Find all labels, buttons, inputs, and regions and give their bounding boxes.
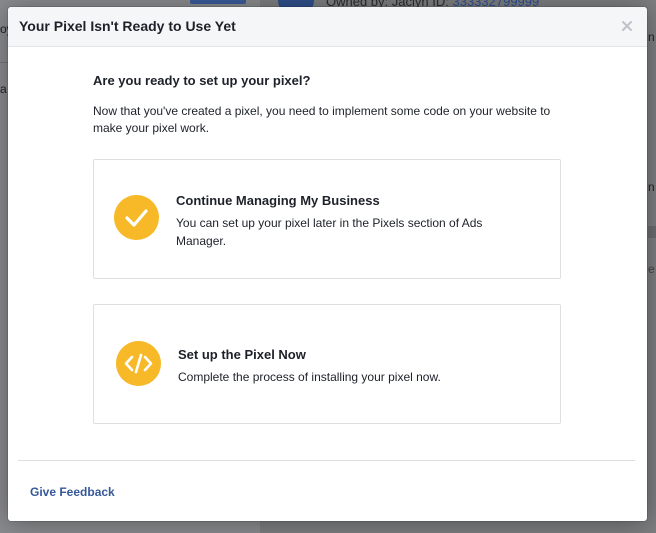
setup-pixel-now-description: Complete the process of installing your … xyxy=(178,370,441,384)
checkmark-icon xyxy=(114,195,159,240)
background-right-text-3: e xyxy=(648,262,655,276)
background-left-text-2: a xyxy=(0,82,7,96)
background-right-bar xyxy=(648,226,656,238)
setup-question: Are you ready to set up your pixel? xyxy=(93,73,311,88)
dialog-header: Your Pixel Isn't Ready to Use Yet xyxy=(8,7,647,47)
footer-divider xyxy=(18,460,635,461)
background-right-text: n xyxy=(648,30,655,44)
close-button[interactable] xyxy=(618,17,636,35)
background-button xyxy=(190,0,246,4)
code-icon xyxy=(116,341,161,386)
continue-managing-option[interactable]: Continue Managing My Business You can se… xyxy=(93,159,561,279)
continue-managing-description: You can set up your pixel later in the P… xyxy=(176,216,483,248)
setup-description: Now that you've created a pixel, you nee… xyxy=(93,104,551,135)
pixel-not-ready-dialog: Your Pixel Isn't Ready to Use Yet Are yo… xyxy=(8,7,647,521)
setup-pixel-now-title: Set up the Pixel Now xyxy=(178,347,306,362)
close-icon[interactable] xyxy=(618,17,636,35)
setup-pixel-now-option[interactable]: Set up the Pixel Now Complete the proces… xyxy=(93,304,561,424)
continue-managing-title: Continue Managing My Business xyxy=(176,193,380,208)
background-right-text-2: n xyxy=(648,180,655,194)
give-feedback-link[interactable]: Give Feedback xyxy=(30,485,115,499)
dialog-title: Your Pixel Isn't Ready to Use Yet xyxy=(19,18,236,34)
